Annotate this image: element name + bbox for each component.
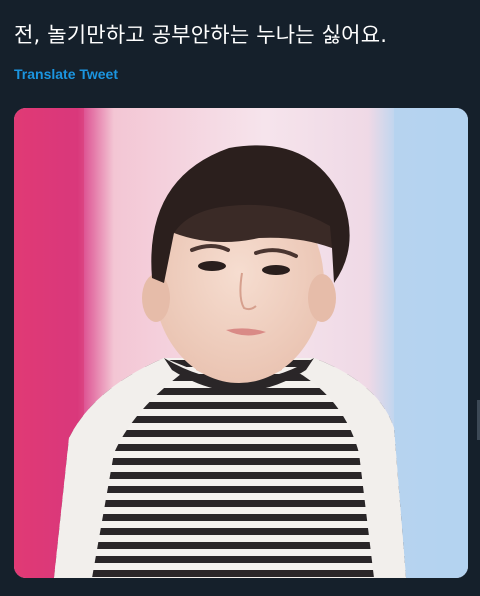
- tweet-photo[interactable]: [14, 108, 468, 578]
- tweet-text: 전, 놀기만하고 공부안하는 누나는 싫어요.: [14, 23, 388, 47]
- child-photo-illustration: [14, 108, 468, 578]
- tweet-card: 전, 놀기만하고 공부안하는 누나는 싫어요. Translate Tweet: [0, 0, 480, 596]
- translate-tweet-link[interactable]: Translate Tweet: [14, 66, 118, 82]
